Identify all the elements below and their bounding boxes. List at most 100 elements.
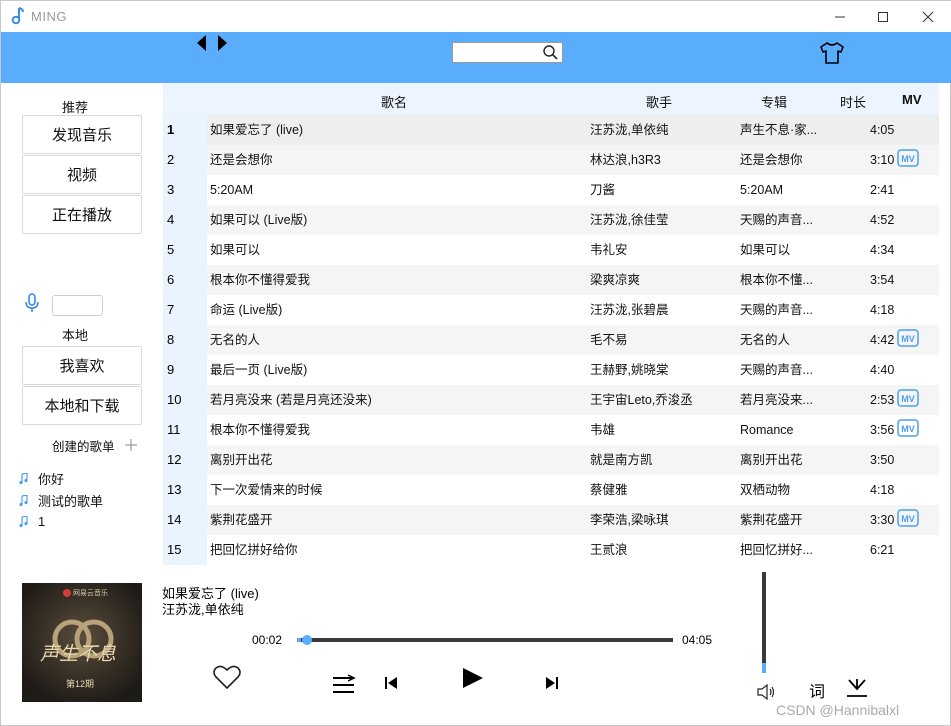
song-title: 命运 (Live版) [210,303,283,317]
song-artist[interactable]: 林达浪,h3R3 [590,145,730,175]
song-album[interactable]: 如果可以 [740,235,865,265]
song-artist[interactable]: 王宇宙Leto,乔浚丞 [590,385,730,415]
sidebar-item-local-download[interactable]: 本地和下载 [22,386,142,425]
table-row[interactable]: 7 命运 (Live版) 汪苏泷,张碧晨 天赐的声音... 4:18 [163,295,939,325]
download-button[interactable] [844,677,870,699]
search-icon[interactable] [542,44,559,61]
sidebar-item-discover-music[interactable]: 发现音乐 [22,115,142,154]
song-artist[interactable]: 李荣浩,梁咏琪 [590,505,730,535]
add-playlist-icon[interactable] [124,438,138,452]
table-row[interactable]: 13 下一次爱情来的时候 蔡健雅 双栖动物 4:18 [163,475,939,505]
mv-badge-icon[interactable]: MV [897,329,919,349]
like-button[interactable] [213,663,241,691]
sidebar: 推荐 发现音乐 视频 正在播放 本地 我喜欢 本地和下载 创建的歌单 你好 测试… [1,83,161,573]
table-row[interactable]: 12 离别开出花 就是南方凯 离别开出花 3:50 [163,445,939,475]
playlist-item[interactable]: 1 [19,514,45,529]
created-playlists-label: 创建的歌单 [52,440,115,454]
playlist-item[interactable]: 测试的歌单 [19,491,103,510]
song-album[interactable]: 无名的人 [740,325,865,355]
play-button[interactable] [457,663,487,693]
playlist-mode-button[interactable] [331,673,357,697]
table-row[interactable]: 4 如果可以 (Live版) 汪苏泷,徐佳莹 天赐的声音... 4:52 [163,205,939,235]
song-artist[interactable]: 王贰浪 [590,535,730,565]
album-cover-image[interactable]: 网易云音乐 声生不息 第12期 [22,583,142,702]
sidebar-item-video[interactable]: 视频 [22,155,142,194]
mv-badge-icon[interactable]: MV [897,419,919,439]
song-album[interactable]: 双栖动物 [740,475,865,505]
song-album[interactable]: 声生不息·家... [740,115,865,145]
song-artist[interactable]: 汪苏泷,单依纯 [590,115,730,145]
volume-slider[interactable] [762,572,766,673]
lyrics-button[interactable]: 词 [809,678,825,702]
back-arrow-icon[interactable] [197,35,206,51]
table-row[interactable]: 15 把回忆拼好给你 王贰浪 把回忆拼好... 6:21 [163,535,939,565]
mv-badge-icon[interactable]: MV [897,149,919,169]
table-row[interactable]: 2 还是会想你 林达浪,h3R3 还是会想你 3:10 MV [163,145,939,175]
song-album[interactable]: 把回忆拼好... [740,535,865,565]
tshirt-skin-icon[interactable] [819,41,845,65]
header-artist[interactable]: 歌手 [646,92,672,111]
row-index: 4 [163,205,207,235]
song-album[interactable]: 还是会想你 [740,145,865,175]
recommend-label: 推荐 [62,100,89,115]
song-artist[interactable]: 汪苏泷,徐佳莹 [590,205,730,235]
song-album[interactable]: 若月亮没来... [740,385,865,415]
minimize-button[interactable] [817,1,863,32]
previous-track-button[interactable] [381,673,401,693]
song-album[interactable]: 天赐的声音... [740,355,865,385]
table-row[interactable]: 9 最后一页 (Live版) 王赫野,姚晓棠 天赐的声音... 4:40 [163,355,939,385]
header-mv[interactable]: MV [902,92,922,107]
progress-handle[interactable] [301,635,312,645]
app-window: MING 推荐 发现音乐 视频 正在播放 本地 我喜欢 本地和下载 创建的歌单 … [0,0,951,726]
song-artist[interactable]: 就是南方凯 [590,445,730,475]
table-row[interactable]: 8 无名的人 毛不易 无名的人 4:42 MV [163,325,939,355]
progress-slider[interactable] [297,635,673,645]
song-album[interactable]: 天赐的声音... [740,205,865,235]
close-button[interactable] [905,1,951,32]
song-artist[interactable]: 蔡健雅 [590,475,730,505]
table-row[interactable]: 3 5:20AM 刀酱 5:20AM 2:41 [163,175,939,205]
song-album[interactable]: 离别开出花 [740,445,865,475]
playlist-item[interactable]: 你好 [19,469,64,488]
current-time: 00:02 [252,633,283,647]
header-title[interactable]: 歌名 [381,92,407,111]
song-artist[interactable]: 汪苏泷,张碧晨 [590,295,730,325]
song-album[interactable]: 根本你不懂... [740,265,865,295]
table-row[interactable]: 11 根本你不懂得爱我 韦雄 Romance 3:56 MV [163,415,939,445]
cover-title: 声生不息 [40,643,117,665]
search-input[interactable] [452,42,563,63]
header-album[interactable]: 专辑 [761,92,787,111]
song-duration: 3:10 [870,153,895,167]
song-duration: 4:18 [870,303,895,317]
song-artist[interactable]: 王赫野,姚晓棠 [590,355,730,385]
table-row[interactable]: 1 如果爱忘了 (live) 汪苏泷,单依纯 声生不息·家... 4:05 [163,115,939,145]
table-row[interactable]: 5 如果可以 韦礼安 如果可以 4:34 [163,235,939,265]
song-artist[interactable]: 毛不易 [590,325,730,355]
sidebar-item-now-playing[interactable]: 正在播放 [22,195,142,234]
song-artist[interactable]: 韦雄 [590,415,730,445]
song-album[interactable]: 紫荆花盛开 [740,505,865,535]
maximize-button[interactable] [860,1,906,32]
row-index: 15 [163,535,207,565]
mv-badge-icon[interactable]: MV [897,389,919,409]
song-artist[interactable]: 韦礼安 [590,235,730,265]
song-duration: 3:54 [870,273,895,287]
microphone-icon[interactable] [24,293,40,313]
row-index: 13 [163,475,207,505]
user-input-field[interactable] [52,295,103,316]
header-duration[interactable]: 时长 [840,92,866,111]
table-row[interactable]: 6 根本你不懂得爱我 梁爽凉爽 根本你不懂... 3:54 [163,265,939,295]
forward-arrow-icon[interactable] [218,35,227,51]
table-row[interactable]: 14 紫荆花盛开 李荣浩,梁咏琪 紫荆花盛开 3:30 MV [163,505,939,535]
song-album[interactable]: Romance [740,415,865,445]
volume-button[interactable] [755,682,777,702]
song-album[interactable]: 天赐的声音... [740,295,865,325]
next-track-button[interactable] [542,673,562,693]
song-artist[interactable]: 刀酱 [590,175,730,205]
song-artist[interactable]: 梁爽凉爽 [590,265,730,295]
table-row[interactable]: 10 若月亮没来 (若是月亮还没来) 王宇宙Leto,乔浚丞 若月亮没来... 2:53… [163,385,939,415]
song-album[interactable]: 5:20AM [740,175,865,205]
mv-badge-icon[interactable]: MV [897,509,919,529]
song-duration: 4:42 [870,333,895,347]
sidebar-item-favorites[interactable]: 我喜欢 [22,346,142,385]
